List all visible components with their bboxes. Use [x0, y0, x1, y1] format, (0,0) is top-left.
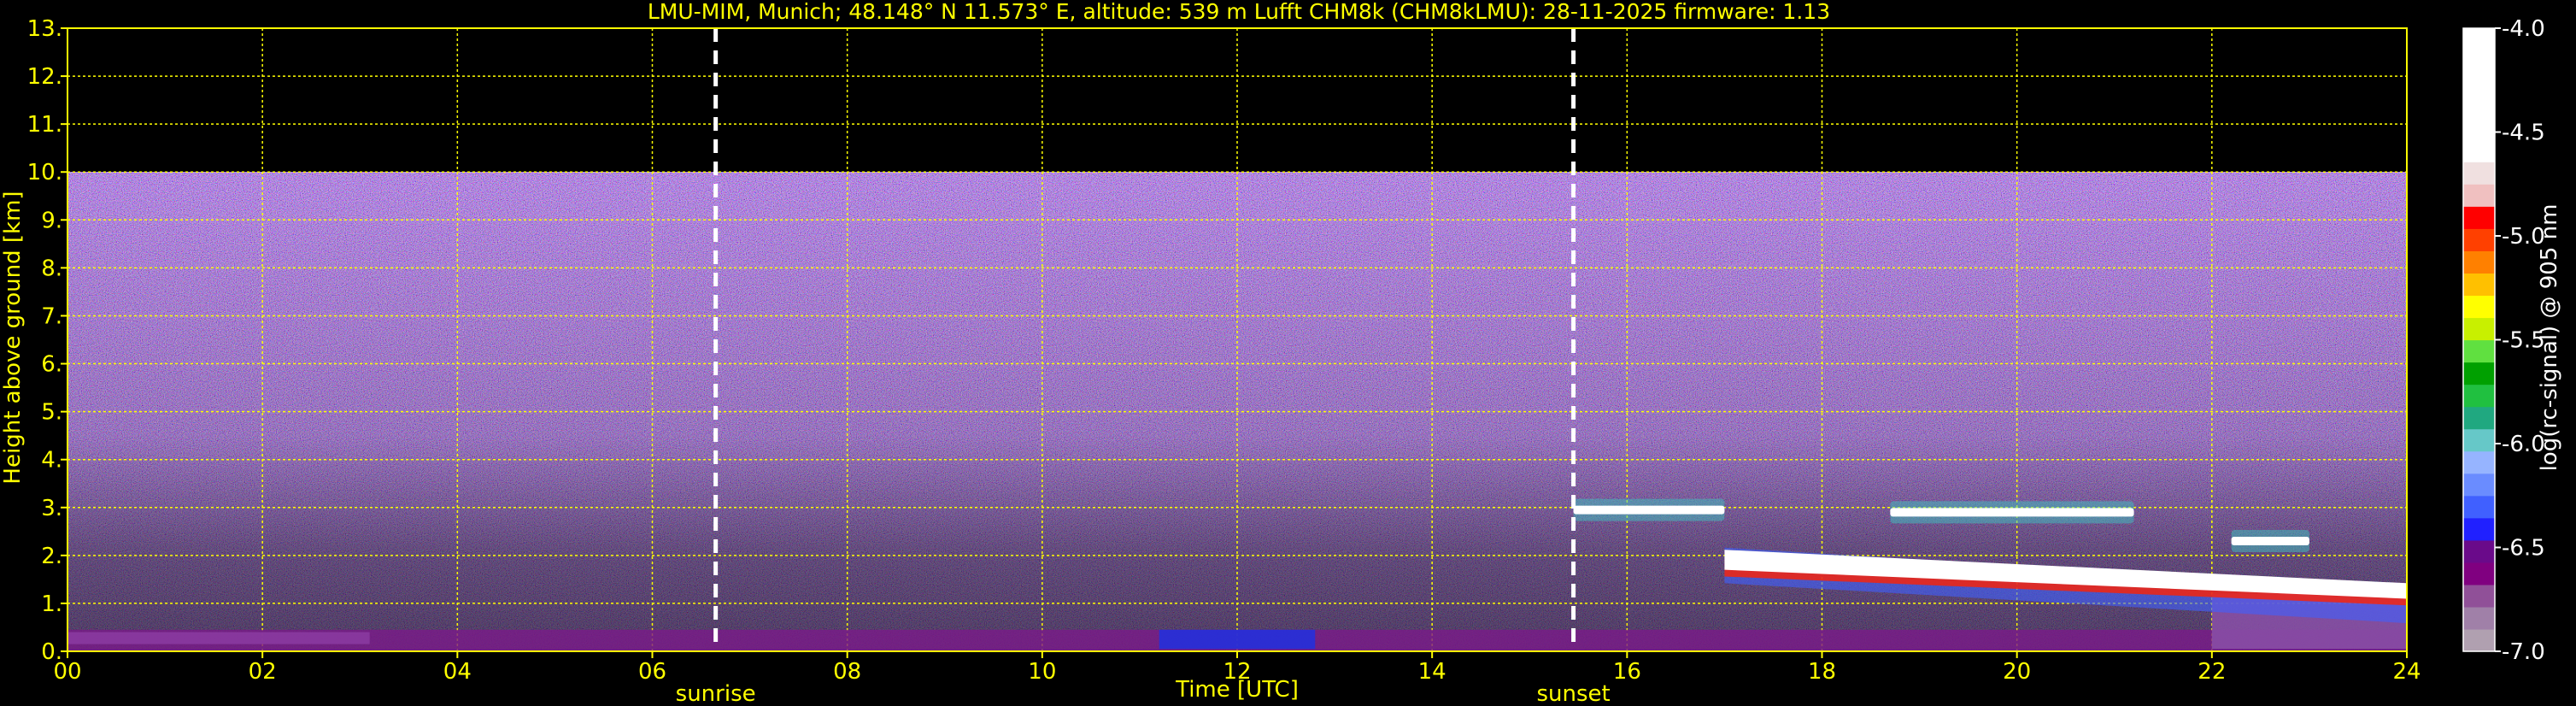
ceilometer-chart: LMU-MIM, Munich; 48.148° N 11.573° E, al… [0, 0, 2576, 706]
ground-layer-peak [1159, 629, 1316, 650]
cloud-layer [1890, 508, 2134, 517]
y-tick-label: 11. [27, 112, 62, 138]
colorbar-swatch [2463, 539, 2495, 563]
colorbar-swatch [2463, 584, 2495, 608]
cloud-layer [1573, 505, 1725, 515]
colorbar-tick-label: -6.5 [2502, 536, 2545, 562]
x-tick-label: 10 [1028, 659, 1056, 685]
y-tick-label: 8. [41, 256, 62, 281]
colorbar-swatch [2463, 95, 2495, 118]
colorbar-tick-label: -7.0 [2502, 639, 2545, 665]
x-tick-label: 04 [443, 659, 472, 685]
colorbar-swatch [2463, 50, 2495, 74]
colorbar-swatch [2463, 339, 2495, 363]
colorbar-swatch [2463, 117, 2495, 140]
y-tick-label: 10. [27, 160, 62, 185]
y-tick-label: 13. [27, 16, 62, 42]
colorbar-swatch [2463, 562, 2495, 585]
y-tick-label: 1. [41, 591, 62, 617]
colorbar-swatch [2463, 406, 2495, 430]
y-tick-label: 4. [41, 448, 62, 474]
colorbar-tick-label: -4.0 [2502, 16, 2545, 42]
colorbar-swatch [2463, 273, 2495, 297]
colorbar-swatch [2463, 28, 2495, 51]
y-tick-label: 5. [41, 400, 62, 426]
x-tick-label: 24 [2392, 659, 2421, 685]
y-tick-label: 12. [27, 64, 62, 90]
y-tick-label: 6. [41, 352, 62, 378]
colorbar-label: log(rc-signal) @ 905 nm [2537, 204, 2562, 472]
x-tick-label: 14 [1418, 659, 1446, 685]
colorbar-swatch [2463, 428, 2495, 452]
colorbar-swatch [2463, 517, 2495, 541]
x-tick-label: 16 [1613, 659, 1641, 685]
colorbar-swatch [2463, 628, 2495, 652]
y-axis-label: Height above ground [km] [0, 191, 26, 484]
x-tick-label: 20 [2003, 659, 2031, 685]
annotation-label: sunrise [676, 681, 756, 706]
x-tick-label: 08 [833, 659, 861, 685]
colorbar-swatch [2463, 450, 2495, 474]
y-tick-label: 9. [41, 208, 62, 233]
colorbar-swatch [2463, 184, 2495, 207]
colorbar-swatch [2463, 228, 2495, 251]
colorbar-tick-label: -4.5 [2502, 121, 2545, 146]
x-tick-label: 02 [249, 659, 277, 685]
colorbar-swatch [2463, 206, 2495, 229]
colorbar-swatch [2463, 384, 2495, 408]
colorbar-swatch [2463, 473, 2495, 497]
colorbar-swatch [2463, 250, 2495, 274]
x-tick-label: 18 [1808, 659, 1836, 685]
colorbar-swatch [2463, 295, 2495, 319]
colorbar-swatch [2463, 162, 2495, 185]
colorbar-swatch [2463, 495, 2495, 519]
x-tick-label: 06 [638, 659, 666, 685]
y-tick-label: 7. [41, 303, 62, 329]
colorbar-swatch [2463, 139, 2495, 162]
chart-title: LMU-MIM, Munich; 48.148° N 11.573° E, al… [648, 0, 1830, 24]
y-tick-label: 0. [41, 639, 62, 665]
y-tick-label: 3. [41, 496, 62, 521]
colorbar-swatch [2463, 73, 2495, 96]
x-tick-label: 22 [2198, 659, 2226, 685]
x-axis-label: Time [UTC] [1175, 677, 1299, 703]
colorbar-swatch [2463, 606, 2495, 630]
cloud-layer [2231, 537, 2309, 546]
annotation-label: sunset [1536, 681, 1610, 706]
colorbar-swatch [2463, 317, 2495, 341]
ground-layer-strong [67, 632, 370, 644]
colorbar-swatch [2463, 362, 2495, 385]
y-tick-label: 2. [41, 544, 62, 569]
